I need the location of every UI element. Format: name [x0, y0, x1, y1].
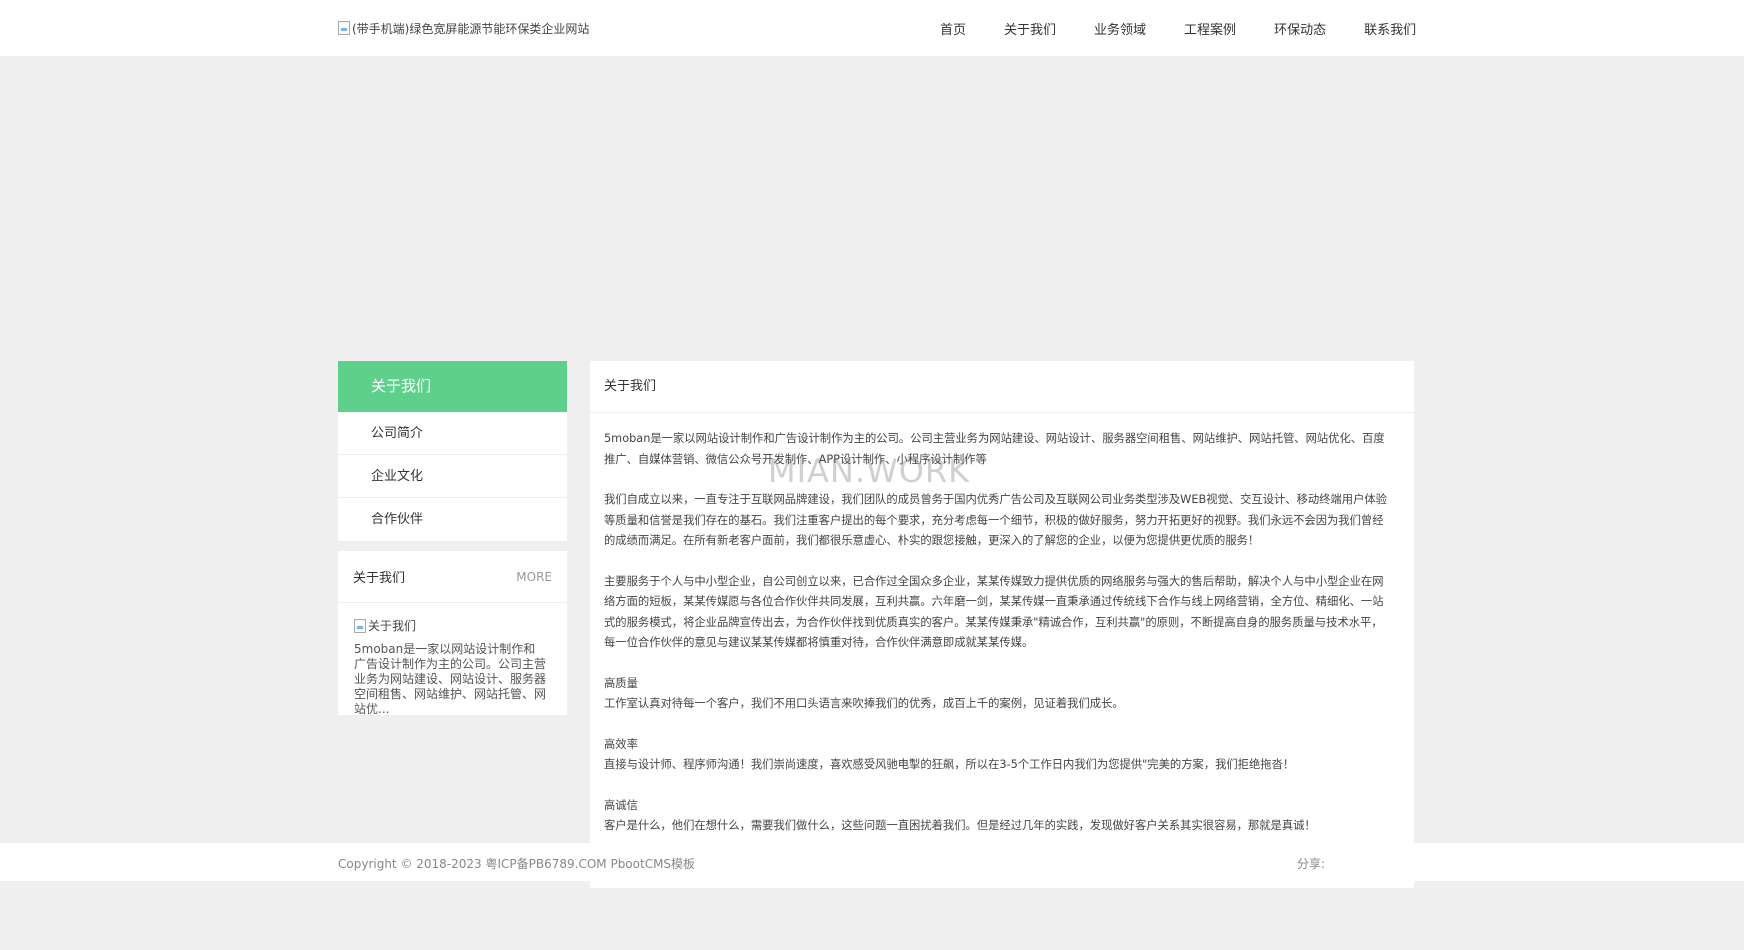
- content-paragraph: 主要服务于个人与中小型企业，自公司创立以来，已合作过全国众多企业，某某传媒致力提…: [604, 574, 1384, 650]
- feature-heading: 高效率: [604, 737, 638, 751]
- feature-heading: 高质量: [604, 676, 638, 690]
- feature-text: 客户是什么，他们在想什么，需要我们做什么，这些问题一直困扰着我们。但是经过几年的…: [604, 819, 1316, 832]
- content-title: 关于我们: [590, 361, 1414, 413]
- sidebar-item-partners[interactable]: 合作伙伴: [338, 498, 567, 541]
- site-footer: Copyright © 2018-2023 粤ICP备PB6789.COM Pb…: [0, 843, 1744, 881]
- main-nav: 首页 关于我们 业务领域 工程案例 环保动态 联系我们: [940, 19, 1416, 38]
- feature-integrity: 高诚信 客户是什么，他们在想什么，需要我们做什么，这些问题一直困扰着我们。但是经…: [604, 796, 1392, 837]
- nav-item-contact[interactable]: 联系我们: [1364, 19, 1416, 38]
- about-image[interactable]: 关于我们: [354, 617, 567, 634]
- feature-text: 直接与设计师、程序师沟通！我们崇尚速度，喜欢感受风驰电掣的狂飙，所以在3-5个工…: [604, 758, 1295, 771]
- nav-item-business[interactable]: 业务领域: [1094, 19, 1146, 38]
- broken-image-icon: [338, 21, 350, 35]
- about-box-header: 关于我们 MORE: [338, 551, 567, 603]
- logo-alt-text: (带手机端)绿色宽屏能源节能环保类企业网站: [352, 21, 590, 36]
- content-paragraph: 我们自成立以来，一直专注于互联网品牌建设，我们团队的成员曾务于国内优秀广告公司及…: [604, 493, 1387, 547]
- sidebar-menu: 关于我们 公司简介 企业文化 合作伙伴: [338, 361, 567, 541]
- sidebar-item-culture[interactable]: 企业文化: [338, 455, 567, 498]
- about-box-summary: 5moban是一家以网站设计制作和广告设计制作为主的公司。公司主营业务为网站建设…: [354, 642, 547, 716]
- share-label: 分享:: [1297, 857, 1326, 871]
- site-header: (带手机端)绿色宽屏能源节能环保类企业网站 首页 关于我们 业务领域 工程案例 …: [0, 0, 1744, 56]
- site-logo[interactable]: (带手机端)绿色宽屏能源节能环保类企业网站: [338, 20, 589, 36]
- about-box: 关于我们 MORE 关于我们 5moban是一家以网站设计制作和广告设计制作为主…: [338, 551, 567, 716]
- content-body: 5moban是一家以网站设计制作和广告设计制作为主的公司。公司主营业务为网站建设…: [590, 413, 1414, 837]
- feature-quality: 高质量 工作室认真对待每一个客户，我们不用口头语言来吹捧我们的优秀，成百上千的案…: [604, 674, 1392, 715]
- feature-text: 工作室认真对待每一个客户，我们不用口头语言来吹捧我们的优秀，成百上千的案例，见证…: [604, 697, 1124, 710]
- about-box-title: 关于我们: [353, 571, 406, 586]
- more-link[interactable]: MORE: [516, 570, 552, 584]
- broken-image-icon: [354, 618, 366, 633]
- sidebar-item-company-intro[interactable]: 公司简介: [338, 412, 567, 455]
- copyright-text: Copyright © 2018-2023 粤ICP备PB6789.COM Pb…: [338, 857, 696, 871]
- sidebar-title: 关于我们: [338, 361, 567, 412]
- about-image-alt: 关于我们: [368, 619, 417, 633]
- feature-heading: 高诚信: [604, 798, 638, 812]
- watermark: MIAN.WORK: [768, 452, 971, 490]
- main-content: 关于我们 5moban是一家以网站设计制作和广告设计制作为主的公司。公司主营业务…: [590, 361, 1414, 888]
- nav-item-news[interactable]: 环保动态: [1274, 19, 1326, 38]
- content-paragraph: 5moban是一家以网站设计制作和广告设计制作为主的公司。公司主营业务为网站建设…: [604, 432, 1385, 466]
- nav-item-cases[interactable]: 工程案例: [1184, 19, 1236, 38]
- nav-item-about[interactable]: 关于我们: [1004, 19, 1056, 38]
- nav-item-home[interactable]: 首页: [940, 19, 966, 38]
- feature-efficiency: 高效率 直接与设计师、程序师沟通！我们崇尚速度，喜欢感受风驰电掣的狂飙，所以在3…: [604, 735, 1392, 776]
- banner-area: [0, 56, 1744, 360]
